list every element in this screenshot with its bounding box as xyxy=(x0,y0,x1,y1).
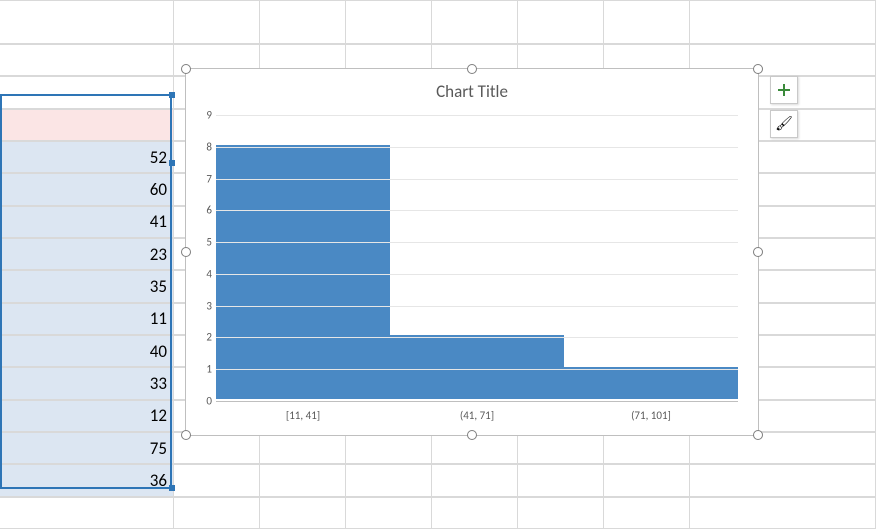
plus-icon xyxy=(778,84,790,96)
chart-styles-button[interactable]: 🖌 xyxy=(770,110,798,138)
cell-b-6[interactable]: 40 xyxy=(0,335,174,367)
bar[interactable] xyxy=(216,145,390,399)
cell-b-1[interactable]: 60 xyxy=(0,173,174,205)
gridline xyxy=(216,401,738,402)
cell-b-5[interactable]: 11 xyxy=(0,303,174,335)
gridline xyxy=(216,147,738,148)
resize-handle[interactable] xyxy=(467,430,477,440)
bar[interactable] xyxy=(390,335,564,399)
x-tick-label: (71, 101] xyxy=(631,409,671,422)
selection-handle[interactable] xyxy=(169,485,175,491)
gridline xyxy=(216,369,738,370)
cell-b-2[interactable]: 41 xyxy=(0,206,174,238)
gridline xyxy=(216,274,738,275)
resize-handle[interactable] xyxy=(467,64,477,74)
y-tick-label: 5 xyxy=(206,236,212,249)
cell-b-9[interactable]: 75 xyxy=(0,432,174,464)
gridline xyxy=(216,115,738,116)
cell-b-8[interactable]: 12 xyxy=(0,400,174,432)
y-tick-label: 7 xyxy=(206,172,212,185)
paintbrush-icon: 🖌 xyxy=(775,117,793,131)
x-tick-label: (41, 71] xyxy=(460,409,494,422)
y-tick-label: 0 xyxy=(206,395,212,408)
gridline xyxy=(216,179,738,180)
x-tick-label: [11, 41] xyxy=(286,409,320,422)
selection-handle[interactable] xyxy=(169,92,175,98)
gridline xyxy=(216,306,738,307)
cell-b-4[interactable]: 35 xyxy=(0,270,174,302)
resize-handle[interactable] xyxy=(181,430,191,440)
y-tick-label: 6 xyxy=(206,204,212,217)
selection-handle[interactable] xyxy=(169,160,175,166)
y-tick-label: 4 xyxy=(206,267,212,280)
y-tick-label: 2 xyxy=(206,331,212,344)
y-tick-label: 3 xyxy=(206,299,212,312)
chart-elements-button[interactable] xyxy=(770,76,798,104)
plot-area[interactable]: 0123456789 [11, 41](41, 71](71, 101] xyxy=(216,115,738,399)
cell-b-7[interactable]: 33 xyxy=(0,367,174,399)
resize-handle[interactable] xyxy=(753,64,763,74)
gridline xyxy=(216,210,738,211)
cell-b-3[interactable]: 23 xyxy=(0,238,174,270)
resize-handle[interactable] xyxy=(753,430,763,440)
gridline xyxy=(216,242,738,243)
gridline xyxy=(216,337,738,338)
cell-b-10[interactable]: 36 xyxy=(0,464,174,496)
active-cell[interactable] xyxy=(0,109,174,141)
cell-b-0[interactable]: 52 xyxy=(0,141,174,173)
resize-handle[interactable] xyxy=(181,247,191,257)
y-tick-label: 8 xyxy=(206,140,212,153)
resize-handle[interactable] xyxy=(753,247,763,257)
bar[interactable] xyxy=(564,367,738,399)
y-tick-label: 1 xyxy=(206,363,212,376)
chart-title[interactable]: Chart Title xyxy=(186,81,758,102)
chart-object[interactable]: Chart Title 0123456789 [11, 41](41, 71](… xyxy=(185,68,759,436)
resize-handle[interactable] xyxy=(181,64,191,74)
y-tick-label: 9 xyxy=(206,109,212,122)
